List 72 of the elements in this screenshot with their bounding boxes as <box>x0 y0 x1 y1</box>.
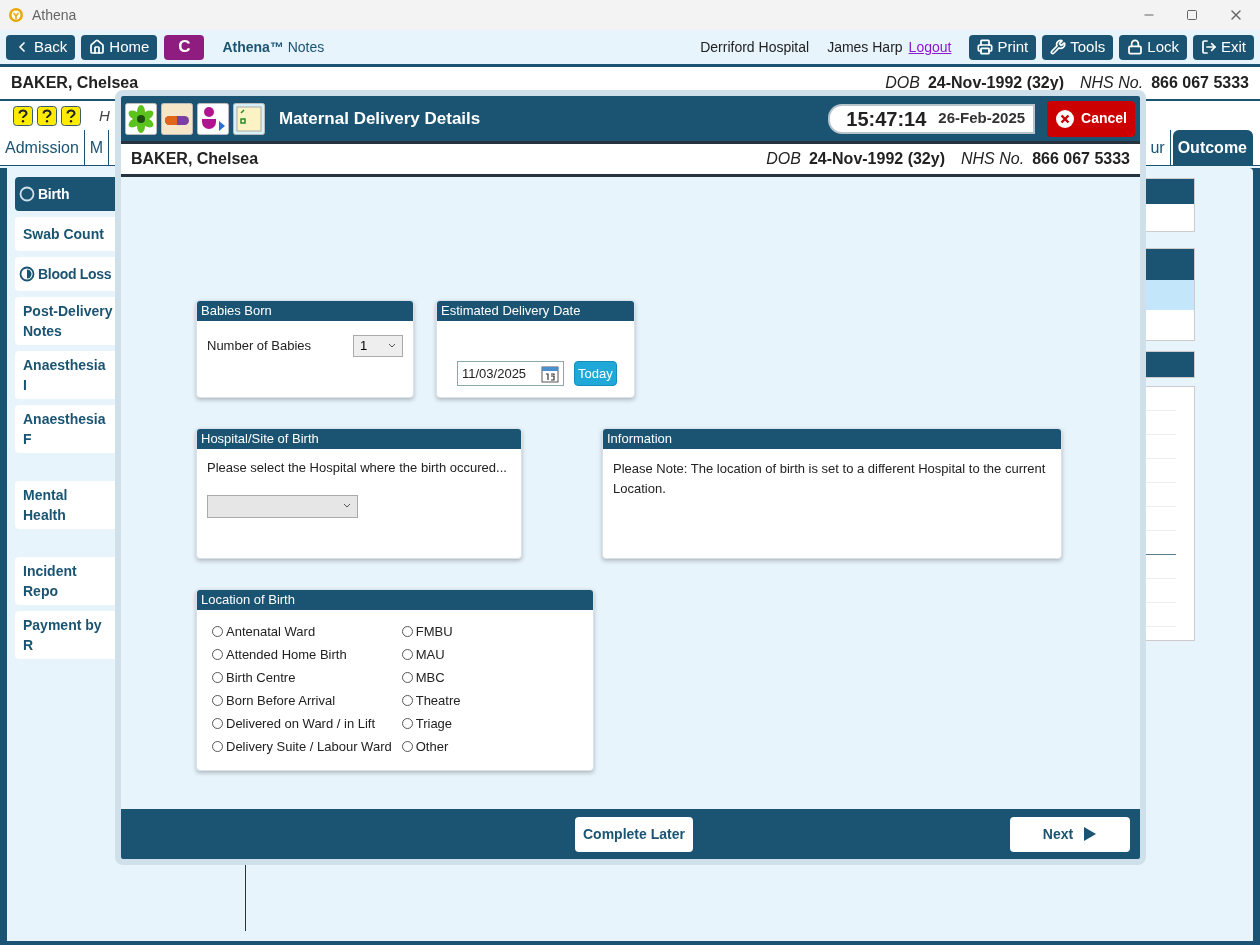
radio-label: Birth Centre <box>226 668 296 687</box>
radio-label: Triage <box>415 714 453 733</box>
dob-value: 24-Nov-1992 (32y) <box>927 73 1064 93</box>
next-button[interactable]: Next <box>1010 816 1130 852</box>
close-icon <box>1055 108 1076 129</box>
patient-name: BAKER, Chelsea <box>11 73 139 93</box>
exit-button[interactable]: Exit <box>1193 34 1254 60</box>
panel-title: Information <box>603 429 1061 449</box>
lock-button[interactable]: Lock <box>1119 34 1187 60</box>
printer-icon <box>977 39 994 55</box>
play-arrow-icon <box>1083 826 1098 842</box>
dob-label: DOB <box>885 73 920 93</box>
notepad-icon <box>233 102 265 135</box>
complete-later-button[interactable]: Complete Later <box>575 816 693 852</box>
dob-value: 24-Nov-1992 (32y) <box>808 149 945 169</box>
hospital-name: Derriford Hospital <box>700 37 810 57</box>
radio-label: MBC <box>415 668 445 687</box>
radio-label: Delivery Suite / Labour Ward <box>226 737 392 756</box>
subheader-text: H <box>99 105 110 126</box>
nhs-value: 866 067 5333 <box>1032 149 1130 169</box>
patient-name: BAKER, Chelsea <box>131 149 259 169</box>
capsule-icon <box>161 102 193 135</box>
panel-title: Estimated Delivery Date <box>437 301 634 321</box>
dob-label: DOB <box>766 149 801 169</box>
date-field[interactable]: 11/03/2025 <box>457 361 564 386</box>
radio-label: Theatre <box>415 691 461 710</box>
field-label: Number of Babies <box>207 337 312 356</box>
app-badge: C <box>164 34 205 60</box>
chevron-down-icon <box>388 343 396 349</box>
radio-label: Attended Home Birth <box>226 645 347 664</box>
padlock-icon <box>1127 39 1144 55</box>
nhs-value: 866 067 5333 <box>1151 73 1249 93</box>
help-icon <box>61 106 81 126</box>
radio-label: Born Before Arrival <box>226 691 336 710</box>
user-name: James Harp <box>827 37 903 57</box>
tools-button[interactable]: Tools <box>1042 34 1114 60</box>
window-title: Athena <box>32 5 77 25</box>
tab[interactable]: Outcome <box>1172 130 1253 165</box>
help-icon <box>13 106 33 126</box>
modal-title: Maternal Delivery Details <box>279 107 481 130</box>
maximize-icon[interactable] <box>1186 9 1198 21</box>
half-circle-icon <box>19 266 35 282</box>
empty-circle-icon <box>19 186 35 202</box>
wrench-icon <box>1050 39 1067 55</box>
clock-time: 15:47:14 <box>846 106 927 132</box>
flower-icon <box>125 102 157 135</box>
cancel-button[interactable]: Cancel <box>1047 100 1135 137</box>
information-text: Please Note: The location of birth is set to a different Hospital to the current Location. <box>612 460 1047 498</box>
logout-link[interactable]: Logout <box>908 36 952 58</box>
radio-label: Antenatal Ward <box>226 622 316 641</box>
calendar-icon <box>541 364 559 383</box>
radio-label: MAU <box>415 645 445 664</box>
home-button[interactable]: Home <box>81 34 158 60</box>
babies-select[interactable]: 1 <box>353 335 403 357</box>
back-button[interactable]: Back <box>6 34 76 60</box>
chevron-down-icon <box>343 503 351 509</box>
radio-label: Other <box>415 737 449 756</box>
app-logo-icon <box>8 7 24 23</box>
clock-date: 26-Feb-2025 <box>938 108 1026 129</box>
print-button[interactable]: Print <box>969 34 1037 60</box>
help-icon <box>37 106 57 126</box>
panel-title: Hospital/Site of Birth <box>197 429 521 449</box>
nhs-label: NHS No. <box>961 149 1025 169</box>
panel-title: Babies Born <box>197 301 413 321</box>
house-icon <box>89 39 106 55</box>
hospital-prompt: Please select the Hospital where the birth occured... <box>206 459 508 477</box>
nhs-label: NHS No. <box>1080 73 1144 93</box>
app-name: Athena™ Notes <box>222 37 325 57</box>
panel-title: Location of Birth <box>197 590 593 610</box>
radio-label: FMBU <box>415 622 453 641</box>
radio-label: Delivered on Ward / in Lift <box>226 714 376 733</box>
exit-icon <box>1201 39 1217 55</box>
